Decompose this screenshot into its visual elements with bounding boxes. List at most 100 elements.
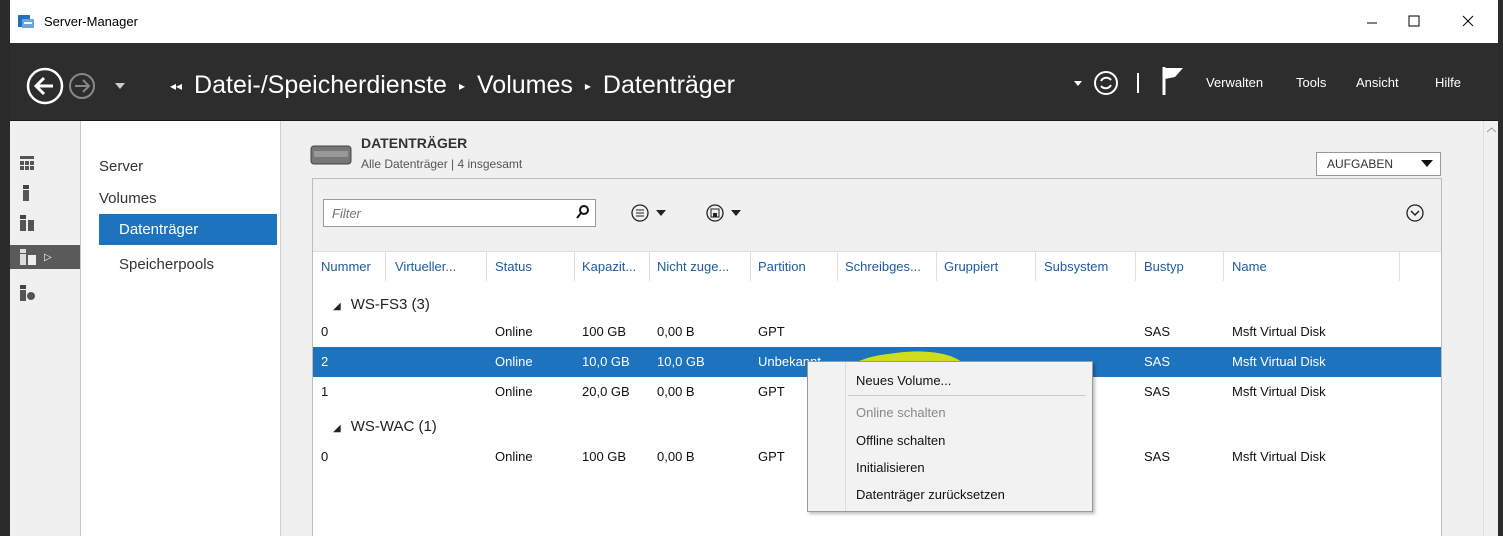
filter-input[interactable] <box>330 205 564 222</box>
menu-item-reset-disk[interactable]: Datenträger zurücksetzen <box>856 487 1005 502</box>
column-header-readonly[interactable]: Schreibges... <box>845 259 921 274</box>
column-header-number[interactable]: Nummer <box>321 259 371 274</box>
menu-item-new-volume[interactable]: Neues Volume... <box>856 373 951 388</box>
breadcrumb-item-file-storage[interactable]: Datei-/Speicherdienste <box>194 71 447 100</box>
disk-icon <box>310 145 352 165</box>
column-divider <box>649 251 650 281</box>
nav-item-volumes[interactable]: Volumes <box>99 190 157 207</box>
nav-item-disks[interactable]: Datenträger <box>99 214 277 245</box>
nav-item-server[interactable]: Server <box>99 158 143 175</box>
scroll-up-icon[interactable] <box>1487 127 1496 133</box>
nav-item-disks-label: Datenträger <box>119 221 199 238</box>
maximize-button[interactable] <box>1396 8 1432 34</box>
server-manager-app-icon <box>18 15 34 28</box>
vertical-scrollbar[interactable] <box>1483 121 1498 536</box>
close-icon <box>1462 15 1474 27</box>
cell-partition: GPT <box>758 384 785 399</box>
menu-item-initialize[interactable]: Initialisieren <box>856 460 925 475</box>
column-divider <box>486 251 487 281</box>
menu-item-bring-online: Online schalten <box>856 405 946 420</box>
collapse-triangle-icon[interactable]: ◢ <box>333 301 341 312</box>
save-query-icon[interactable] <box>706 204 724 222</box>
search-icon[interactable] <box>576 205 590 219</box>
breadcrumb-item-volumes[interactable]: Volumes <box>477 71 573 100</box>
window-title: Server-Manager <box>44 14 138 29</box>
nav-item-storage-pools[interactable]: Speicherpools <box>119 256 214 273</box>
column-header-clustered[interactable]: Gruppiert <box>944 259 998 274</box>
column-divider <box>750 251 751 281</box>
column-divider <box>1135 251 1136 281</box>
local-server-icon <box>23 185 29 201</box>
collapse-triangle-icon[interactable]: ◢ <box>333 423 341 434</box>
notifications-flag-icon[interactable] <box>1161 65 1187 97</box>
cell-name: Msft Virtual Disk <box>1232 449 1326 464</box>
close-button[interactable] <box>1450 8 1486 34</box>
header-bar: ◂◂ Datei-/Speicherdienste ▸ Volumes ▸ Da… <box>10 43 1498 121</box>
minimize-icon <box>1367 22 1377 24</box>
cell-status: Online <box>495 384 533 399</box>
header-divider <box>1137 73 1139 93</box>
group-header[interactable]: ◢ WS-FS3 (3) <box>333 296 430 313</box>
cell-status: Online <box>495 324 533 339</box>
menu-item-take-offline[interactable]: Offline schalten <box>856 433 945 448</box>
cell-capacity: 20,0 GB <box>582 384 630 399</box>
breadcrumb-separator-icon: ▸ <box>458 78 465 93</box>
dashboard-nav[interactable] <box>10 151 80 175</box>
refresh-dropdown-icon[interactable] <box>1073 78 1083 88</box>
filter-box[interactable] <box>323 199 596 227</box>
expand-panel-icon[interactable] <box>1406 204 1424 222</box>
history-dropdown-icon[interactable] <box>114 81 126 91</box>
column-header-virtual[interactable]: Virtueller... <box>395 259 456 274</box>
breadcrumb-collapse-icon[interactable]: ◂◂ <box>170 79 182 93</box>
column-header-bustype[interactable]: Bustyp <box>1144 259 1184 274</box>
menu-tools[interactable]: Tools <box>1296 75 1326 90</box>
left-icon-strip: ▷ <box>10 121 81 536</box>
chevron-down-icon[interactable] <box>731 210 741 217</box>
chevron-down-icon <box>1421 160 1433 167</box>
cell-unallocated: 0,00 B <box>657 384 695 399</box>
breadcrumb-separator-icon: ▸ <box>584 78 591 93</box>
column-divider <box>574 251 575 281</box>
iis-nav[interactable] <box>10 281 80 305</box>
cell-unallocated: 0,00 B <box>657 449 695 464</box>
column-divider <box>1223 251 1224 281</box>
refresh-icon[interactable] <box>1092 69 1120 97</box>
breadcrumb: ◂◂ Datei-/Speicherdienste ▸ Volumes ▸ Da… <box>170 71 735 100</box>
forward-arrow-icon[interactable] <box>67 71 97 101</box>
column-divider <box>385 251 386 281</box>
section-title: DATENTRÄGER <box>361 135 468 151</box>
group-label: WS-FS3 (3) <box>350 296 430 313</box>
cell-bustype: SAS <box>1144 384 1171 399</box>
group-label: WS-WAC (1) <box>350 418 437 435</box>
column-header-partition[interactable]: Partition <box>758 259 806 274</box>
menu-gutter <box>845 362 846 511</box>
column-header-status[interactable]: Status <box>495 259 532 274</box>
local-server-nav[interactable] <box>10 181 80 205</box>
menu-view[interactable]: Ansicht <box>1356 75 1399 90</box>
file-storage-nav[interactable]: ▷ <box>10 245 80 269</box>
table-row[interactable]: 0 Online 100 GB 0,00 B GPT SAS Msft Virt… <box>313 317 1441 347</box>
cell-status: Online <box>495 449 533 464</box>
cell-partition: GPT <box>758 449 785 464</box>
file-storage-icon <box>20 249 36 265</box>
back-arrow-icon[interactable] <box>25 66 65 106</box>
cell-partition: GPT <box>758 324 785 339</box>
all-servers-nav[interactable] <box>10 211 80 235</box>
chevron-down-icon[interactable] <box>656 210 666 217</box>
cell-capacity: 100 GB <box>582 449 627 464</box>
view-list-icon[interactable] <box>631 204 649 222</box>
maximize-icon <box>1408 15 1420 27</box>
column-header-unallocated[interactable]: Nicht zuge... <box>657 259 729 274</box>
breadcrumb-item-disks[interactable]: Datenträger <box>603 71 735 100</box>
column-header-capacity[interactable]: Kapazit... <box>582 259 636 274</box>
column-header-name[interactable]: Name <box>1232 259 1267 274</box>
cell-name: Msft Virtual Disk <box>1232 324 1326 339</box>
cell-bustype: SAS <box>1144 324 1171 339</box>
tasks-button[interactable]: AUFGABEN <box>1316 152 1441 176</box>
group-header[interactable]: ◢ WS-WAC (1) <box>333 418 437 435</box>
cell-bustype: SAS <box>1144 354 1171 369</box>
minimize-button[interactable] <box>1354 8 1390 34</box>
column-header-subsystem[interactable]: Subsystem <box>1044 259 1108 274</box>
menu-manage[interactable]: Verwalten <box>1206 75 1263 90</box>
menu-help[interactable]: Hilfe <box>1435 75 1461 90</box>
